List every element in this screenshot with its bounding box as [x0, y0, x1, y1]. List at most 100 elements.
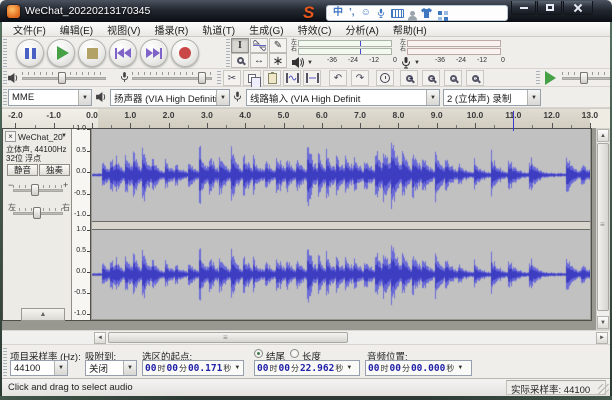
output-volume-slider-thumb[interactable]: [58, 72, 66, 84]
stop-button[interactable]: [78, 39, 106, 67]
ime-keyboard-icon[interactable]: [391, 9, 404, 18]
selection-tool-button[interactable]: I: [231, 38, 249, 53]
selection-end-radio[interactable]: [254, 349, 263, 358]
multi-tool-button[interactable]: ∗: [269, 53, 287, 68]
menu-item[interactable]: 帮助(H): [386, 22, 434, 37]
pause-button[interactable]: [16, 39, 44, 67]
ime-chinese-mode-icon[interactable]: 中: [333, 8, 343, 18]
device-toolbar-grabber[interactable]: [3, 89, 7, 106]
vertical-ruler-channel-2[interactable]: 1.00.50.0-0.5-1.0: [72, 230, 91, 320]
maximize-button[interactable]: [537, 1, 562, 15]
ime-skin-icon[interactable]: [421, 8, 432, 18]
project-rate-select[interactable]: 44100▼: [10, 360, 68, 376]
pan-slider-thumb[interactable]: [33, 207, 41, 219]
menu-item[interactable]: 特效(C): [291, 22, 339, 37]
dropdown-arrow-icon[interactable]: ▼: [234, 365, 240, 371]
menu-item[interactable]: 轨道(T): [195, 22, 242, 37]
recording-meter-mic-icon[interactable]: [401, 57, 411, 69]
skip-to-end-button[interactable]: [140, 39, 168, 67]
scroll-left-button[interactable]: ◄: [94, 332, 106, 344]
output-device-select[interactable]: 扬声器 (VIA High Definition▼: [110, 89, 230, 106]
mute-button[interactable]: 静音: [7, 164, 38, 176]
recording-meter-right-bar[interactable]: [407, 48, 501, 55]
dropdown-arrow-icon[interactable]: ▼: [457, 365, 463, 371]
horizontal-scrollbar-thumb[interactable]: [108, 332, 348, 343]
timeline-ruler[interactable]: -2.0-1.00.01.02.03.04.05.06.07.08.09.010…: [0, 108, 612, 128]
scroll-down-button[interactable]: ▼: [597, 316, 609, 329]
track-control-panel[interactable]: × WeChat_20 ▼ 立体声, 44100Hz 32位 浮点 静音 独奏 …: [3, 129, 72, 320]
sync-lock-button[interactable]: [376, 70, 394, 86]
playback-meter-left-bar[interactable]: [298, 40, 392, 47]
audio-host-select[interactable]: MME▼: [8, 89, 92, 106]
playback-speed-slider-thumb[interactable]: [580, 72, 588, 84]
track-menu-arrow-icon[interactable]: ▼: [61, 133, 67, 139]
vertical-scrollbar[interactable]: ▲ ▼: [596, 128, 610, 330]
record-button[interactable]: [171, 39, 199, 67]
minimize-button[interactable]: [511, 1, 536, 15]
envelope-tool-button[interactable]: [250, 38, 268, 53]
resize-grip[interactable]: [598, 384, 609, 395]
dropdown-arrow-icon[interactable]: ▼: [346, 365, 352, 371]
track-collapse-button[interactable]: ▲: [21, 308, 65, 321]
zoom-in-button[interactable]: +: [400, 70, 418, 86]
input-volume-slider-thumb[interactable]: [198, 72, 206, 84]
menu-item[interactable]: 生成(G): [242, 22, 290, 37]
selection-end-field[interactable]: 00时00分22.962秒▼: [254, 360, 360, 376]
silence-audio-button[interactable]: [303, 70, 321, 86]
copy-button[interactable]: [243, 70, 261, 86]
sogou-ime-logo-icon[interactable]: S: [303, 3, 314, 23]
track-close-button[interactable]: ×: [5, 131, 16, 142]
cut-button[interactable]: ✂: [223, 70, 241, 86]
selection-start-field[interactable]: 00时00分00.171秒▼: [142, 360, 244, 376]
ime-toolbox-icon[interactable]: [438, 11, 442, 15]
scroll-up-button[interactable]: ▲: [597, 129, 609, 142]
snap-to-select[interactable]: 关闭▼: [85, 360, 137, 376]
playback-meter-dropdown-icon[interactable]: ▼: [307, 60, 313, 66]
ime-punctuation-icon[interactable]: ’,: [349, 8, 355, 18]
transport-toolbar-grabber[interactable]: [3, 39, 7, 67]
draw-tool-button[interactable]: ✎: [269, 38, 287, 53]
recording-meter-left-bar[interactable]: [407, 40, 501, 47]
transcription-toolbar-grabber[interactable]: [536, 71, 540, 85]
track-name[interactable]: WeChat_20: [18, 132, 63, 142]
recording-meter-dropdown-icon[interactable]: ▼: [414, 60, 420, 66]
menu-item[interactable]: 编辑(E): [53, 22, 100, 37]
skip-to-start-button[interactable]: [109, 39, 137, 67]
title-bar[interactable]: WeChat_20220213170345 S 中 ’, ☺: [0, 0, 612, 22]
ime-account-icon[interactable]: [410, 11, 415, 16]
gain-slider-thumb[interactable]: [31, 184, 39, 196]
trim-audio-button[interactable]: [283, 70, 301, 86]
fit-project-button[interactable]: ▭: [466, 70, 484, 86]
playback-meter-speaker-icon[interactable]: [292, 57, 304, 68]
vertical-scrollbar-thumb[interactable]: [597, 143, 609, 311]
ime-toolbar[interactable]: 中 ’, ☺: [326, 5, 508, 21]
edit-toolbar-grabber[interactable]: [217, 71, 221, 85]
ime-voice-icon[interactable]: [377, 8, 385, 19]
play-at-speed-button[interactable]: [545, 71, 556, 85]
selection-length-radio[interactable]: [290, 349, 299, 358]
ime-emoji-icon[interactable]: ☺: [361, 8, 371, 18]
scroll-right-button[interactable]: ►: [596, 332, 608, 344]
selection-toolbar-grabber[interactable]: [3, 348, 7, 376]
time-shift-tool-button[interactable]: ↔: [250, 53, 268, 68]
menu-item[interactable]: 视图(V): [100, 22, 147, 37]
solo-button[interactable]: 独奏: [39, 164, 70, 176]
close-button[interactable]: [563, 1, 593, 15]
zoom-tool-button[interactable]: [231, 53, 249, 68]
menu-item[interactable]: 播录(R): [147, 22, 195, 37]
undo-button[interactable]: ↶: [329, 70, 347, 86]
fit-selection-button[interactable]: ↔: [444, 70, 462, 86]
zoom-out-button[interactable]: −: [422, 70, 440, 86]
audio-position-field[interactable]: 00时00分00.000秒▼: [365, 360, 472, 376]
input-device-select[interactable]: 线路输入 (VIA High Definit▼: [246, 89, 440, 106]
playback-meter-right-bar[interactable]: [298, 48, 392, 55]
redo-button[interactable]: ↷: [351, 70, 369, 86]
waveform-channel-2[interactable]: [92, 230, 590, 319]
menu-item[interactable]: 文件(F): [6, 22, 53, 37]
paste-button[interactable]: [263, 70, 281, 86]
input-channels-select[interactable]: 2 (立体声) 录制▼: [443, 89, 541, 106]
tools-toolbar-grabber[interactable]: [226, 39, 230, 67]
menu-item[interactable]: 分析(A): [338, 22, 385, 37]
mixer-toolbar-grabber[interactable]: [3, 71, 7, 85]
waveform-channel-1[interactable]: [92, 129, 590, 221]
